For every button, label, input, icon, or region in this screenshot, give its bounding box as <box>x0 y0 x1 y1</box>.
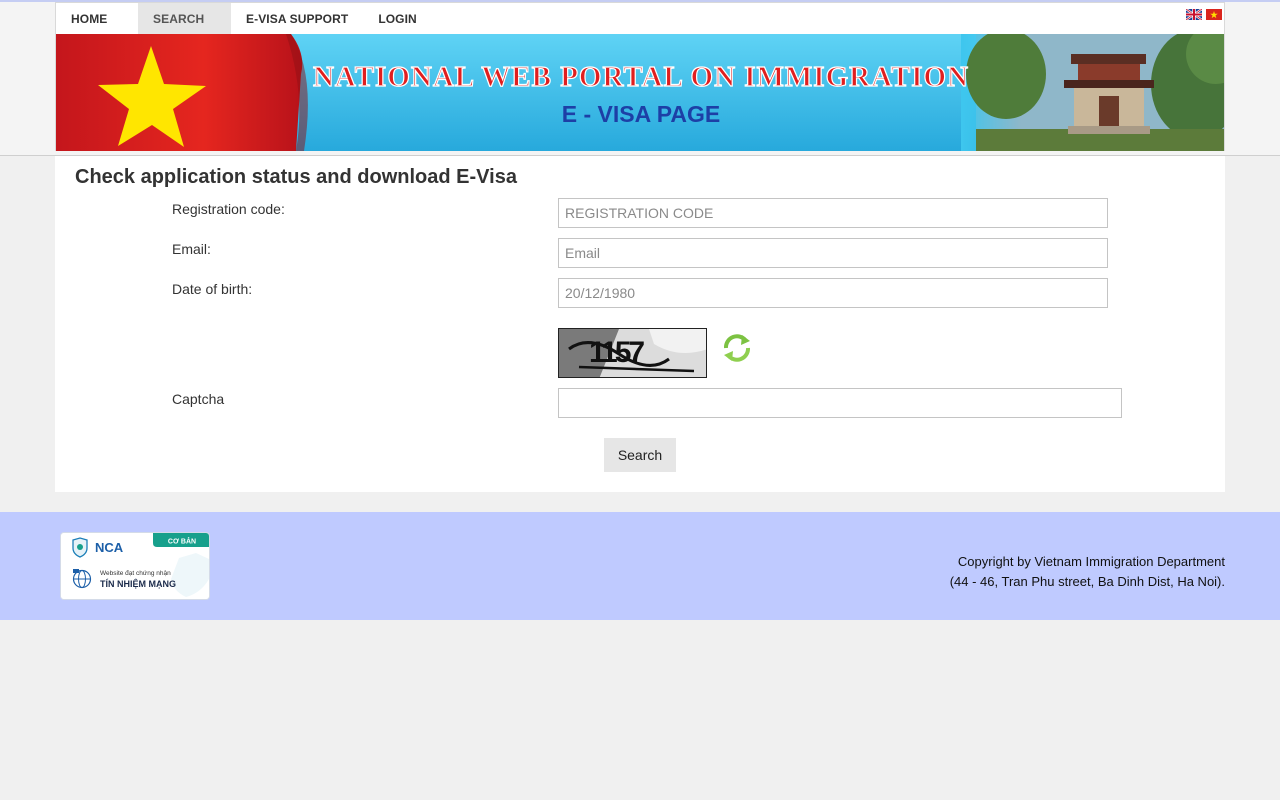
banner-title: NATIONAL WEB PORTAL ON IMMIGRATION <box>313 61 969 93</box>
language-switcher <box>1186 3 1224 34</box>
email-input[interactable] <box>558 238 1108 268</box>
captcha-text: 1157 <box>589 336 644 369</box>
nav-search[interactable]: SEARCH <box>138 3 231 34</box>
registration-code-label: Registration code: <box>172 201 285 217</box>
captcha-label: Captcha <box>172 391 225 407</box>
search-button[interactable]: Search <box>604 438 676 472</box>
badge-line1: Website đạt chứng nhận <box>100 570 171 577</box>
footer: CƠ BẢN NCA Website đạt chứng nhận TÍN NH… <box>0 512 1280 620</box>
nca-trust-badge[interactable]: CƠ BẢN NCA Website đạt chứng nhận TÍN NH… <box>60 532 210 600</box>
email-label: Email: <box>172 241 211 257</box>
copyright-line: Copyright by Vietnam Immigration Departm… <box>957 554 1225 569</box>
page-title: Check application status and download E-… <box>75 166 517 188</box>
badge-brand: NCA <box>95 540 124 555</box>
badge-line2: TÍN NHIỆM MẠNG <box>100 578 176 589</box>
top-navigation: HOME SEARCH E-VISA SUPPORT LOGIN <box>55 2 1225 34</box>
portal-banner: NATIONAL WEB PORTAL ON IMMIGRATION E - V… <box>55 34 1225 151</box>
status-check-panel: Check application status and download E-… <box>55 156 1225 492</box>
captcha-input[interactable] <box>558 388 1122 418</box>
nav-evisa-support[interactable]: E-VISA SUPPORT <box>231 3 363 34</box>
nav-login[interactable]: LOGIN <box>363 3 432 34</box>
copyright-block: Copyright by Vietnam Immigration Departm… <box>950 552 1225 592</box>
address-line: (44 - 46, Tran Phu street, Ba Dinh Dist,… <box>949 574 1225 589</box>
date-of-birth-input[interactable] <box>558 278 1108 308</box>
badge-tier: CƠ BẢN <box>168 537 196 546</box>
shield-icon <box>72 537 88 558</box>
banner-subtitle: E - VISA PAGE <box>562 101 720 127</box>
nav-home[interactable]: HOME <box>56 3 138 34</box>
date-of-birth-label: Date of birth: <box>172 281 253 297</box>
registration-code-input[interactable] <box>558 198 1108 228</box>
vn-flag-icon[interactable] <box>1206 9 1222 20</box>
uk-flag-icon[interactable] <box>1186 9 1202 20</box>
captcha-image: 1157 <box>558 328 707 378</box>
refresh-captcha-icon[interactable] <box>720 331 754 365</box>
